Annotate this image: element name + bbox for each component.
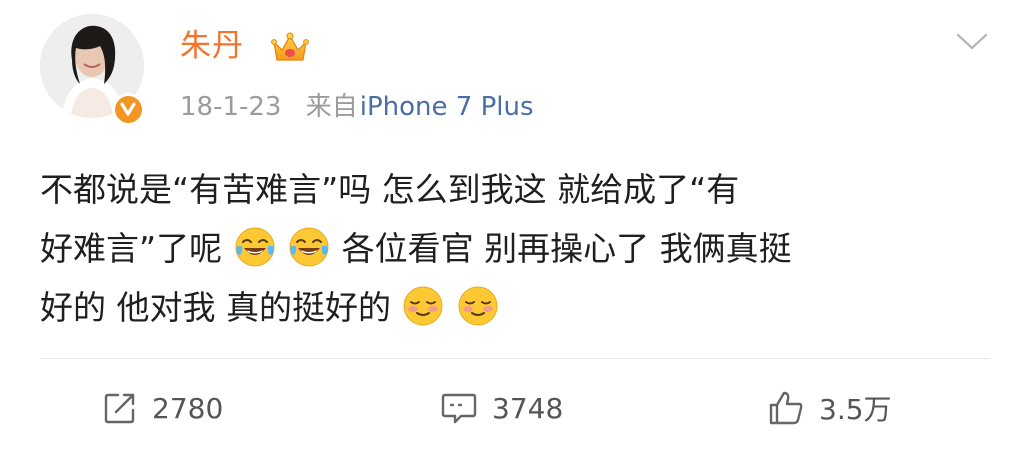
content-text: 好的 他对我 真的挺好的: [40, 288, 391, 327]
content-line: 不都说是“有苦难言”吗 怎么到我这 就给成了“有: [40, 160, 990, 219]
shy-smile-emoji-icon: [403, 286, 443, 326]
content-text: 各位看官 别再操心了 我俩真挺: [341, 229, 792, 268]
content-text: 不都说是“有苦难言”吗 怎么到我这 就给成了“有: [40, 170, 740, 209]
comment-icon: [441, 393, 477, 424]
author-name[interactable]: 朱丹: [180, 26, 244, 66]
weibo-post: 朱丹 18-1-23 来自iPhone 7 Plus 不都说是“有苦难言”吗 怎…: [0, 0, 1024, 455]
divider: [40, 358, 990, 359]
repost-button[interactable]: 2780: [102, 386, 223, 430]
like-count: 3.5万: [819, 393, 892, 426]
verified-badge: [112, 93, 144, 125]
comment-count: 3748: [492, 391, 564, 425]
post-date: 18-1-23: [180, 92, 282, 122]
chevron-down-icon[interactable]: [955, 30, 989, 52]
thumbs-up-icon: [769, 391, 803, 425]
crown-icon[interactable]: [270, 30, 310, 66]
verified-v-icon: [120, 102, 136, 116]
post-meta: 18-1-23 来自iPhone 7 Plus: [180, 90, 534, 124]
content-text: 好难言”了呢: [40, 229, 223, 268]
content-line: 好难言”了呢 各位看官 别再操心了 我俩真挺: [40, 219, 990, 278]
laugh-cry-emoji-icon: [289, 227, 329, 267]
repost-count: 2780: [152, 391, 224, 425]
laugh-cry-emoji-icon: [235, 227, 275, 267]
via-label: 来自: [305, 92, 358, 122]
comment-button[interactable]: 3748: [440, 386, 563, 430]
post-source[interactable]: iPhone 7 Plus: [360, 92, 534, 122]
repost-icon: [104, 393, 135, 424]
shy-smile-emoji-icon: [458, 286, 498, 326]
content-line: 好的 他对我 真的挺好的: [40, 278, 990, 337]
like-button[interactable]: 3.5万: [767, 386, 892, 430]
post-content: 不都说是“有苦难言”吗 怎么到我这 就给成了“有 好难言”了呢 各位看官 别再操…: [40, 160, 990, 337]
